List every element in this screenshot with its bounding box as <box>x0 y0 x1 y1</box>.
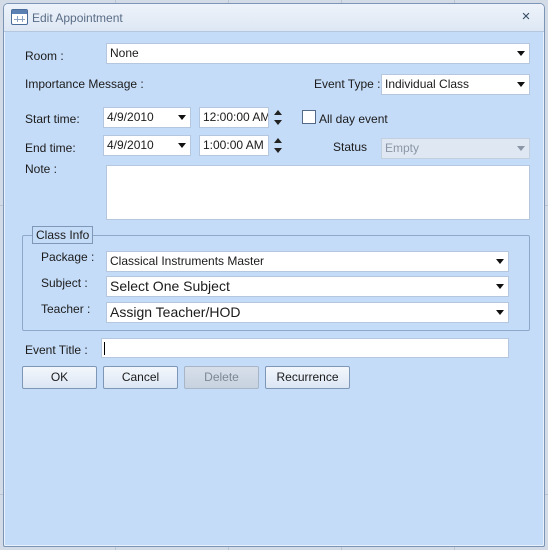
status-value: Empty <box>385 141 420 155</box>
spin-down-icon[interactable] <box>274 148 282 153</box>
subject-label: Subject : <box>41 276 88 290</box>
start-date-picker[interactable]: 4/9/2010 <box>103 107 191 128</box>
chevron-down-icon <box>496 310 504 315</box>
end-time-value: 1:00:00 AM <box>203 138 264 152</box>
event-type-value: Individual Class <box>385 77 470 91</box>
start-time-spinner[interactable] <box>272 107 284 128</box>
calendar-icon <box>11 9 28 25</box>
subject-value: Select One Subject <box>110 278 230 294</box>
teacher-label: Teacher : <box>41 302 91 316</box>
start-time-input[interactable]: 12:00:00 AM <box>199 107 269 128</box>
note-label: Note : <box>25 162 58 176</box>
event-type-dropdown[interactable]: Individual Class <box>381 74 530 95</box>
end-time-input[interactable]: 1:00:00 AM <box>199 135 269 156</box>
all-day-checkbox[interactable] <box>302 110 316 124</box>
status-dropdown: Empty <box>381 138 530 159</box>
start-time-value: 12:00:00 AM <box>203 110 269 124</box>
status-label: Status <box>333 140 368 154</box>
all-day-label: All day event <box>319 112 388 126</box>
edit-appointment-dialog: Edit Appointment × Room : None Importanc… <box>3 3 545 547</box>
room-label: Room : <box>25 49 64 63</box>
chevron-down-icon <box>517 51 525 56</box>
package-dropdown[interactable]: Classical Instruments Master <box>106 251 509 272</box>
cancel-button[interactable]: Cancel <box>103 366 178 389</box>
chevron-down-icon <box>517 146 525 151</box>
room-value: None <box>110 46 139 60</box>
teacher-value: Assign Teacher/HOD <box>110 304 241 320</box>
end-date-value: 4/9/2010 <box>107 138 154 152</box>
chevron-down-icon <box>496 259 504 264</box>
spin-up-icon[interactable] <box>274 138 282 143</box>
start-time-label: Start time: <box>25 112 80 126</box>
recurrence-button[interactable]: Recurrence <box>265 366 350 389</box>
close-icon[interactable]: × <box>518 9 534 25</box>
end-time-label: End time: <box>25 141 76 155</box>
spin-down-icon[interactable] <box>274 120 282 125</box>
end-time-spinner[interactable] <box>272 135 284 156</box>
chevron-down-icon <box>496 284 504 289</box>
package-value: Classical Instruments Master <box>110 254 265 268</box>
event-title-label: Event Title : <box>25 343 88 357</box>
title-bar[interactable]: Edit Appointment × <box>4 4 544 32</box>
package-label: Package : <box>41 250 95 264</box>
note-textarea[interactable] <box>106 165 530 220</box>
room-dropdown[interactable]: None <box>106 43 530 64</box>
chevron-down-icon <box>178 143 186 148</box>
delete-button: Delete <box>184 366 259 389</box>
text-caret <box>104 342 105 355</box>
spin-up-icon[interactable] <box>274 110 282 115</box>
start-date-value: 4/9/2010 <box>107 110 154 124</box>
chevron-down-icon <box>517 82 525 87</box>
importance-message-label: Importance Message : <box>25 77 144 91</box>
event-type-label: Event Type : <box>314 77 381 91</box>
window-title: Edit Appointment <box>32 11 123 25</box>
end-date-picker[interactable]: 4/9/2010 <box>103 135 191 156</box>
ok-button[interactable]: OK <box>22 366 97 389</box>
chevron-down-icon <box>178 115 186 120</box>
teacher-dropdown[interactable]: Assign Teacher/HOD <box>106 302 509 323</box>
event-title-input[interactable] <box>101 338 509 358</box>
class-info-legend: Class Info <box>32 226 94 244</box>
subject-dropdown[interactable]: Select One Subject <box>106 276 509 297</box>
